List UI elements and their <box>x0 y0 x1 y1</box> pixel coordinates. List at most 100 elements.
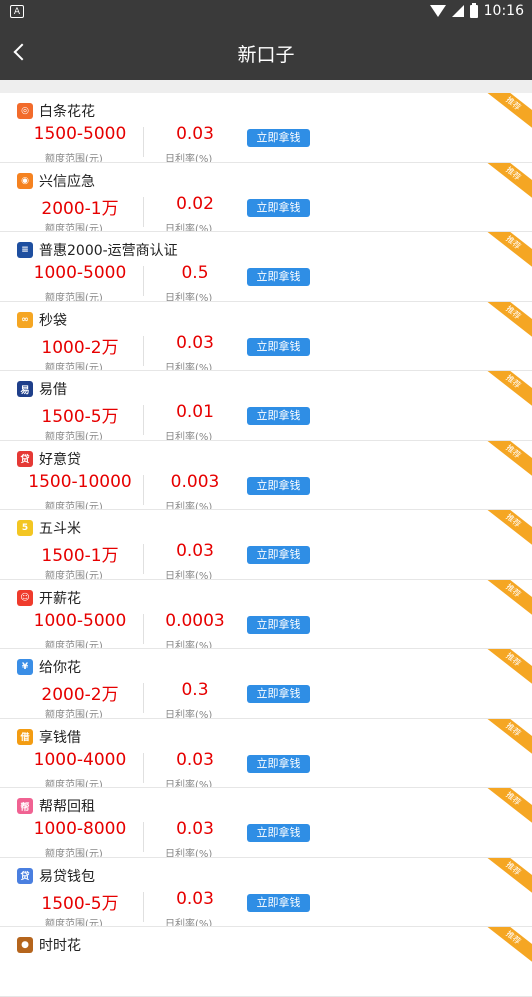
divider <box>143 127 144 157</box>
amount-range: 1000-5000 <box>33 263 127 283</box>
get-money-button[interactable]: 立即拿钱 <box>247 754 310 773</box>
list-item[interactable]: ◉ 兴信应急 2000-1万 0.02 额度范围(元) 日利率(%) 立即拿钱 推荐 <box>0 162 532 232</box>
amount-range: 1500-5万 <box>41 893 119 914</box>
list-item[interactable]: ● 时时花 推荐 <box>0 927 532 997</box>
list-item[interactable]: 帮 帮帮回租 1000-8000 0.03 额度范围(元) 日利率(%) 立即拿钱 推荐 <box>0 788 532 858</box>
list-item[interactable]: ≡ 普惠2000-运营商认证 1000-5000 0.5 额度范围(元) 日利率(%)… <box>0 232 532 302</box>
recommend-badge: 推荐 <box>481 440 532 479</box>
rate-label: 日利率(%) <box>165 918 213 927</box>
get-money-button[interactable]: 立即拿钱 <box>247 198 310 217</box>
get-money-button[interactable]: 立即拿钱 <box>247 893 310 912</box>
amount-label: 额度范围(元) <box>45 640 103 649</box>
app-name: 兴信应急 <box>39 173 95 190</box>
amount-label: 额度范围(元) <box>45 849 103 858</box>
app-logo-icon: 贷 <box>17 867 33 884</box>
divider <box>143 196 144 227</box>
daily-rate: 0.03 <box>176 332 214 353</box>
rate-label: 日利率(%) <box>165 154 213 163</box>
app-logo-icon: 贷 <box>17 450 33 467</box>
signal-icon <box>451 5 464 17</box>
item-header: 贷 易贷钱包 <box>17 866 95 886</box>
list-item[interactable]: 贷 好意贷 1500-10000 0.003 额度范围(元) 日利率(%) 立即拿钱 推荐 <box>0 440 532 510</box>
list-item[interactable]: ◎ 白条花花 1500-5000 0.03 额度范围(元) 日利率(%) 立即拿钱 推荐 <box>0 93 532 163</box>
rate-label: 日利率(%) <box>165 779 213 788</box>
app-logo-icon: 5 <box>17 520 33 536</box>
recommend-badge: 推荐 <box>481 927 532 966</box>
amount-range: 1500-5万 <box>41 407 119 427</box>
recommend-badge: 推荐 <box>481 301 532 340</box>
amount-range: 1500-5000 <box>33 124 127 144</box>
app-name: 给你花 <box>39 660 81 676</box>
rate-label: 日利率(%) <box>165 223 213 232</box>
daily-rate: 0.5 <box>181 263 209 283</box>
get-money-button[interactable]: 立即拿钱 <box>247 407 310 425</box>
notification-icon: A <box>10 5 24 18</box>
app-logo-icon: 帮 <box>17 798 33 814</box>
rate-label: 日利率(%) <box>165 849 213 858</box>
daily-rate: 0.0003 <box>165 610 225 631</box>
amount-range: 1000-2万 <box>41 337 119 358</box>
recommend-badge: 推荐 <box>481 232 532 271</box>
get-money-button[interactable]: 立即拿钱 <box>247 824 310 842</box>
daily-rate: 0.03 <box>176 888 214 909</box>
recommend-badge: 推荐 <box>481 371 532 410</box>
recommend-badge: 推荐 <box>481 649 532 688</box>
app-logo-icon: ∞ <box>17 311 33 328</box>
app-name: 秒袋 <box>39 312 67 329</box>
page-title: 新口子 <box>237 44 295 66</box>
recommend-badge: 推荐 <box>481 579 532 618</box>
get-money-button[interactable]: 立即拿钱 <box>247 337 310 356</box>
list-item[interactable]: ∞ 秒袋 1000-2万 0.03 额度范围(元) 日利率(%) 立即拿钱 推荐 <box>0 301 532 371</box>
recommend-badge: 推荐 <box>481 93 532 132</box>
recommend-badge: 推荐 <box>481 510 532 549</box>
amount-range: 1500-1万 <box>41 546 119 566</box>
list-item[interactable]: ¥ 给你花 2000-2万 0.3 额度范围(元) 日利率(%) 立即拿钱 推荐 <box>0 649 532 719</box>
rate-label: 日利率(%) <box>165 293 213 302</box>
divider <box>143 405 144 435</box>
list-item[interactable]: 5 五斗米 1500-1万 0.03 额度范围(元) 日利率(%) 立即拿钱 推荐 <box>0 510 532 580</box>
amount-range: 2000-1万 <box>41 198 119 219</box>
item-header: ☺ 开薪花 <box>17 588 81 608</box>
amount-label: 额度范围(元) <box>45 223 103 232</box>
get-money-button[interactable]: 立即拿钱 <box>247 476 310 495</box>
app-logo-icon: ¥ <box>17 659 33 675</box>
amount-range: 1500-10000 <box>28 471 132 492</box>
item-header: 帮 帮帮回租 <box>17 796 95 816</box>
get-money-button[interactable]: 立即拿钱 <box>247 615 310 634</box>
app-logo-icon: ☺ <box>17 589 33 606</box>
app-name: 帮帮回租 <box>39 799 95 815</box>
item-header: 5 五斗米 <box>17 518 81 538</box>
amount-label: 额度范围(元) <box>45 779 103 788</box>
amount-label: 额度范围(元) <box>45 362 103 371</box>
get-money-button[interactable]: 立即拿钱 <box>247 268 310 286</box>
item-header: 贷 好意贷 <box>17 449 81 469</box>
wifi-icon <box>429 5 446 17</box>
divider <box>143 752 144 783</box>
amount-label: 额度范围(元) <box>45 571 103 580</box>
item-header: 借 享钱借 <box>17 727 81 747</box>
app-logo-icon: 易 <box>17 381 33 397</box>
get-money-button[interactable]: 立即拿钱 <box>247 129 310 147</box>
app-name: 普惠2000-运营商认证 <box>39 243 178 259</box>
amount-range: 1000-8000 <box>33 819 127 839</box>
divider <box>143 266 144 296</box>
loan-list: ◎ 白条花花 1500-5000 0.03 额度范围(元) 日利率(%) 立即拿钱 推荐 … <box>0 93 532 997</box>
title-bar: 新口子 <box>0 24 532 80</box>
item-header: ◉ 兴信应急 <box>17 171 95 191</box>
list-item[interactable]: ☺ 开薪花 1000-5000 0.0003 额度范围(元) 日利率(%) 立即拿钱 推荐 <box>0 579 532 649</box>
list-item[interactable]: 易 易借 1500-5万 0.01 额度范围(元) 日利率(%) 立即拿钱 推荐 <box>0 371 532 441</box>
app-name: 易贷钱包 <box>39 868 95 885</box>
daily-rate: 0.03 <box>176 819 214 839</box>
list-item[interactable]: 贷 易贷钱包 1500-5万 0.03 额度范围(元) 日利率(%) 立即拿钱 推荐 <box>0 857 532 927</box>
battery-icon <box>469 2 478 18</box>
daily-rate: 0.03 <box>176 541 214 561</box>
app-name: 五斗米 <box>39 521 81 537</box>
app-name: 好意贷 <box>39 451 81 468</box>
get-money-button[interactable]: 立即拿钱 <box>247 685 310 703</box>
app-logo-icon: ◎ <box>17 103 33 119</box>
daily-rate: 0.3 <box>181 680 209 700</box>
daily-rate: 0.003 <box>170 471 220 492</box>
list-item[interactable]: 借 享钱借 1000-4000 0.03 额度范围(元) 日利率(%) 立即拿钱 推荐 <box>0 718 532 788</box>
get-money-button[interactable]: 立即拿钱 <box>247 546 310 564</box>
divider <box>143 474 144 505</box>
